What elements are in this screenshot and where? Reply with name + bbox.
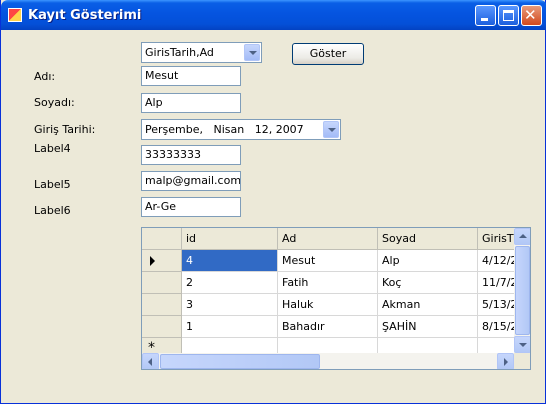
chevron-down-icon (249, 51, 257, 55)
soyad-label: Soyadı: (34, 96, 75, 109)
arrow-left-icon (148, 358, 152, 366)
soyad-field[interactable]: Alp (141, 93, 241, 113)
giris-tarihi-value: Perşembe, Nisan 12, 2007 (145, 123, 304, 136)
ad-field[interactable]: Mesut (141, 66, 241, 86)
column-header-giristarih[interactable]: GirisT (478, 228, 514, 250)
cell-id[interactable]: 1 (182, 316, 278, 338)
sort-field-value: GirisTarih,Ad (145, 46, 214, 59)
column-header-soyad[interactable]: Soyad (378, 228, 478, 250)
cell-soyad[interactable]: Alp (378, 250, 478, 272)
cell-giristarih[interactable]: 4/12/2 (478, 250, 514, 272)
window-title: Kayıt Gösterimi (28, 8, 142, 23)
label6-field[interactable]: Ar-Ge (141, 197, 241, 217)
cell-giristarih[interactable]: 8/15/2 (478, 316, 514, 338)
new-cell-ad[interactable] (278, 338, 378, 353)
grid-viewport: id Ad Soyad GirisT 4 Mesut Alp 4/12/2 2 … (142, 228, 514, 353)
minimize-button[interactable] (475, 5, 496, 26)
arrow-up-icon (519, 234, 527, 238)
cell-soyad[interactable]: Akman (378, 294, 478, 316)
scroll-up-button[interactable] (514, 228, 530, 245)
row-header[interactable] (142, 250, 182, 272)
scroll-down-button[interactable] (514, 336, 530, 353)
arrow-down-icon (519, 343, 527, 347)
column-header-id[interactable]: id (182, 228, 278, 250)
new-cell-id[interactable] (182, 338, 278, 353)
table-row[interactable]: 2 Fatih Koç 11/7/2 (142, 272, 514, 294)
new-row-header[interactable]: * (142, 338, 182, 353)
grid-corner-header[interactable] (142, 228, 182, 250)
cell-giristarih[interactable]: 11/7/2 (478, 272, 514, 294)
cell-ad[interactable]: Mesut (278, 250, 378, 272)
new-cell-soyad[interactable] (378, 338, 478, 353)
row-header[interactable] (142, 294, 182, 316)
email-field[interactable]: malp@gmail.com (141, 171, 241, 191)
giris-tarihi-label: Giriş Tarihi: (34, 123, 96, 136)
maximize-icon (503, 10, 514, 21)
main-window: Kayıt Gösterimi ✕ GirisTarih,Ad Göster A… (0, 0, 546, 404)
cell-giristarih[interactable]: 5/13/2 (478, 294, 514, 316)
scrollbar-corner (514, 353, 530, 369)
close-icon: ✕ (524, 6, 537, 24)
show-button[interactable]: Göster (292, 43, 364, 65)
table-row[interactable]: 4 Mesut Alp 4/12/2 (142, 250, 514, 272)
column-header-ad[interactable]: Ad (278, 228, 378, 250)
app-icon (8, 8, 22, 22)
label5: Label5 (34, 178, 71, 191)
cell-id[interactable]: 2 (182, 272, 278, 294)
table-row[interactable]: 1 Bahadır ŞAHİN 8/15/2 (142, 316, 514, 338)
maximize-button[interactable] (498, 5, 519, 26)
table-row[interactable]: 3 Haluk Akman 5/13/2 (142, 294, 514, 316)
new-cell-giristarih[interactable] (478, 338, 514, 353)
cell-ad[interactable]: Bahadır (278, 316, 378, 338)
title-bar[interactable]: Kayıt Gösterimi ✕ (1, 0, 546, 30)
cell-soyad[interactable]: ŞAHİN (378, 316, 478, 338)
horizontal-scrollbar[interactable] (142, 353, 514, 369)
giris-tarihi-picker[interactable]: Perşembe, Nisan 12, 2007 (141, 119, 341, 140)
grid-header: id Ad Soyad GirisT (142, 228, 514, 250)
records-grid[interactable]: id Ad Soyad GirisT 4 Mesut Alp 4/12/2 2 … (141, 227, 531, 370)
vertical-scroll-thumb[interactable] (515, 246, 530, 335)
arrow-right-icon (504, 358, 508, 366)
cell-id[interactable]: 3 (182, 294, 278, 316)
row-header[interactable] (142, 272, 182, 294)
close-button[interactable]: ✕ (521, 5, 542, 26)
label4-field[interactable]: 33333333 (141, 145, 241, 165)
row-header[interactable] (142, 316, 182, 338)
cell-soyad[interactable]: Koç (378, 272, 478, 294)
label6: Label6 (34, 204, 71, 217)
chevron-down-icon (328, 128, 336, 132)
date-dropdown-button[interactable] (323, 121, 339, 138)
scroll-left-button[interactable] (142, 353, 159, 369)
cell-ad[interactable]: Haluk (278, 294, 378, 316)
horizontal-scroll-thumb[interactable] (160, 354, 320, 369)
vertical-scrollbar[interactable] (514, 228, 530, 353)
current-row-icon (150, 256, 155, 266)
label4: Label4 (34, 142, 71, 155)
cell-ad[interactable]: Fatih (278, 272, 378, 294)
new-row-icon: * (148, 340, 155, 353)
new-row[interactable]: * (142, 338, 514, 353)
cell-id[interactable]: 4 (182, 250, 278, 272)
sort-field-combo[interactable]: GirisTarih,Ad (141, 42, 262, 63)
minimize-icon (481, 18, 488, 21)
scroll-right-button[interactable] (497, 353, 514, 369)
sort-field-dropdown-button[interactable] (244, 44, 260, 61)
ad-label: Adı: (34, 70, 56, 83)
